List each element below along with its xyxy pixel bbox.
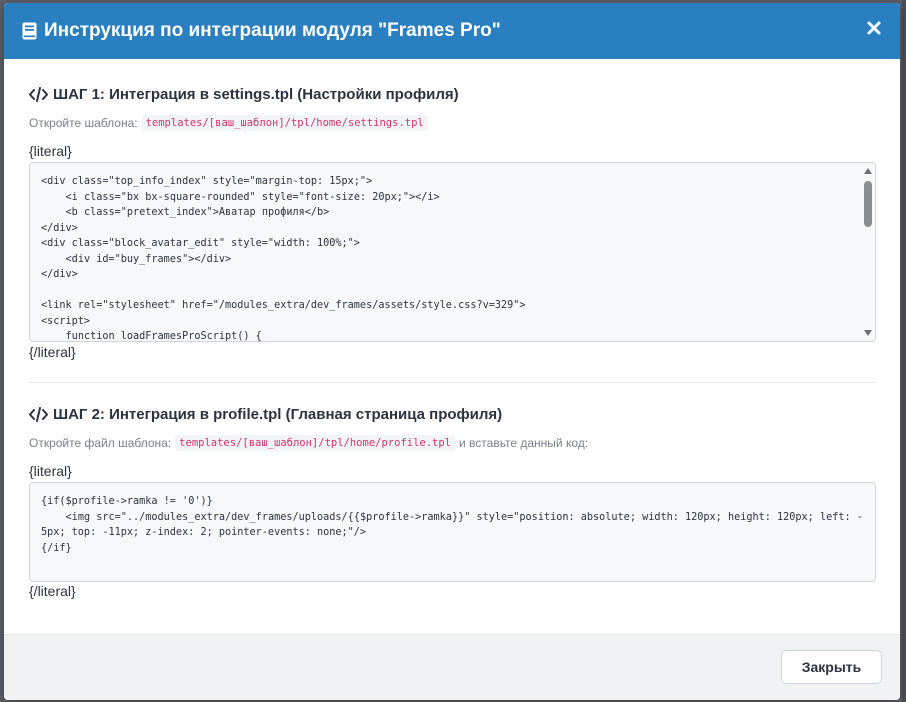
step1-literal-close: {/literal} <box>29 344 76 360</box>
step2-literal-open: {literal} <box>29 463 72 479</box>
step2-code[interactable]: {if($profile->ramka != '0')} <img src=".… <box>30 483 875 567</box>
step1-literal-open: {literal} <box>29 143 72 159</box>
step1-scrollbar[interactable] <box>861 163 875 341</box>
close-icon[interactable] <box>866 20 882 36</box>
book-icon <box>22 22 37 40</box>
step2-path: templates/[ваш_шаблон]/tpl/home/profile.… <box>175 435 455 451</box>
step1-code-box[interactable]: <div class="top_info_index" style="margi… <box>29 162 876 342</box>
step2-title-text: ШАГ 2: Интеграция в profile.tpl (Главная… <box>53 406 503 423</box>
step2-hint-prefix: Откройте файл шаблона: <box>29 436 172 450</box>
modal-header: Инструкция по интеграции модуля "Frames … <box>4 3 900 59</box>
step2-literal-close: {/literal} <box>29 583 76 599</box>
step1-title-text: ШАГ 1: Интеграция в settings.tpl (Настро… <box>53 86 459 103</box>
step1-title: ШАГ 1: Интеграция в settings.tpl (Настро… <box>29 86 459 103</box>
backdrop-edge <box>902 0 906 702</box>
step1-code[interactable]: <div class="top_info_index" style="margi… <box>30 163 875 341</box>
section-divider <box>29 382 876 383</box>
modal-body[interactable]: ШАГ 1: Интеграция в settings.tpl (Настро… <box>4 59 900 634</box>
step2-hint-suffix: и вставьте данный код: <box>459 436 589 450</box>
step1-hint-prefix: Откройте шаблона: <box>29 116 138 130</box>
step1-path: templates/[ваш_шаблон]/tpl/home/settings… <box>141 115 428 131</box>
step2-title: ШАГ 2: Интеграция в profile.tpl (Главная… <box>29 406 502 423</box>
scroll-up-icon[interactable] <box>864 168 872 174</box>
code-icon <box>29 407 48 422</box>
code-icon <box>29 87 48 102</box>
modal-footer: Закрыть <box>4 634 900 700</box>
close-button[interactable]: Закрыть <box>781 650 882 684</box>
step1-hint: Откройте шаблона: templates/[ваш_шаблон]… <box>29 115 432 131</box>
integration-modal: Инструкция по интеграции модуля "Frames … <box>4 3 900 700</box>
scroll-down-icon[interactable] <box>864 330 872 336</box>
scroll-thumb[interactable] <box>864 181 872 227</box>
step2-hint: Откройте файл шаблона: templates/[ваш_ша… <box>29 435 588 451</box>
step2-code-box[interactable]: {if($profile->ramka != '0')} <img src=".… <box>29 482 876 582</box>
modal-title: Инструкция по интеграции модуля "Frames … <box>44 20 501 41</box>
